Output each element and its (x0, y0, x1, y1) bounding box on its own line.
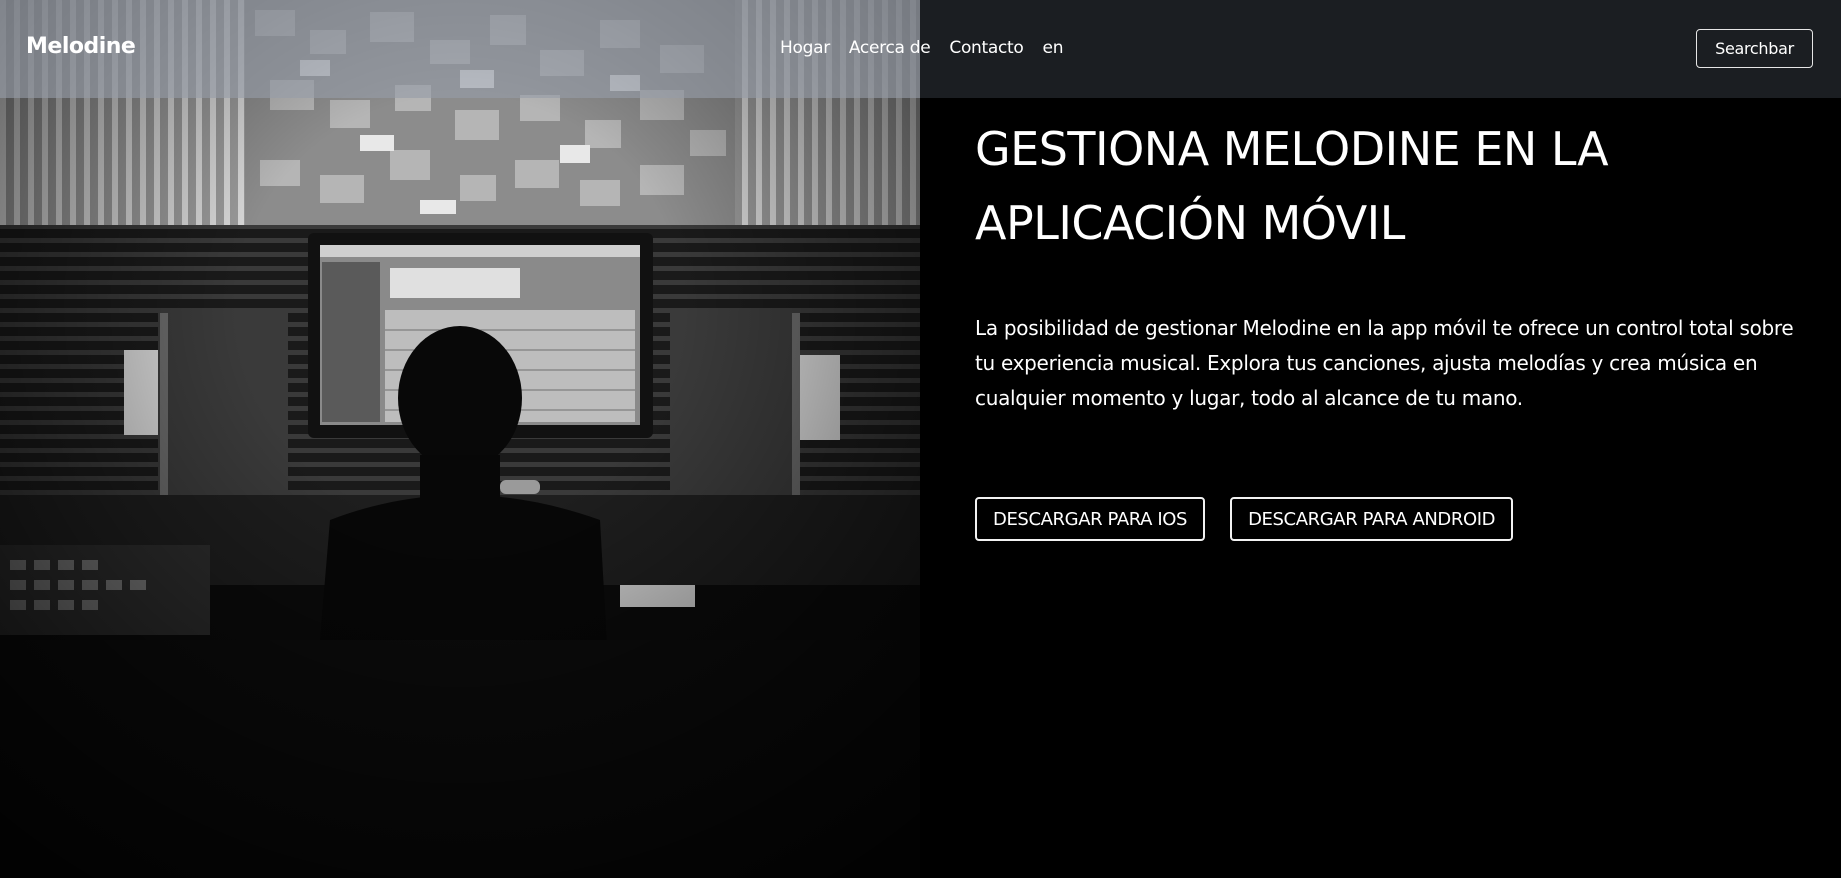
studio-photo-image (0, 0, 920, 878)
nav-link-contacto[interactable]: Contacto (949, 38, 1023, 58)
studio-photo (0, 0, 920, 878)
page: Melodine Hogar Acerca de Contacto en Sea… (0, 0, 1841, 878)
navbar: Melodine Hogar Acerca de Contacto en Sea… (0, 0, 1841, 98)
hero-description: La posibilidad de gestionar Melodine en … (975, 316, 1794, 410)
nav-link-hogar[interactable]: Hogar (780, 38, 830, 58)
brand-logo[interactable]: Melodine (26, 34, 136, 59)
searchbar-button[interactable]: Searchbar (1696, 29, 1813, 68)
download-buttons: DESCARGAR PARA IOS DESCARGAR PARA ANDROI… (975, 497, 1514, 541)
hero-title: GESTIONA MELODINE EN LA APLICACIÓN MÓVIL (975, 122, 1609, 250)
download-android-button[interactable]: DESCARGAR PARA ANDROID (1230, 497, 1514, 541)
download-ios-button[interactable]: DESCARGAR PARA IOS (975, 497, 1206, 541)
nav-links: Hogar Acerca de Contacto en (780, 38, 1082, 58)
nav-link-acerca-de[interactable]: Acerca de (849, 38, 931, 58)
language-selector[interactable]: en (1043, 38, 1064, 58)
